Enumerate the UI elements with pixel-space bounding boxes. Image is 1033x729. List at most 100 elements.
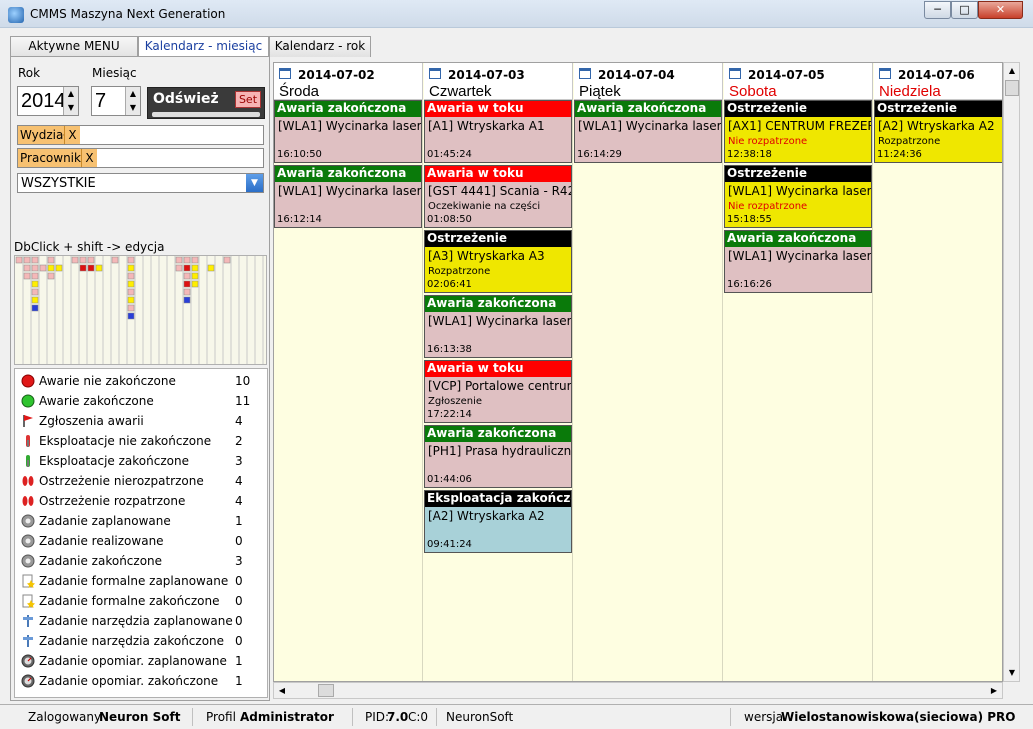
- calendar-icon: [579, 68, 591, 79]
- legend-row[interactable]: Eksploatacje zakończone 3: [15, 451, 267, 471]
- event-card[interactable]: Eksploatacja zakończona [A2] Wtryskarka A…: [424, 490, 572, 553]
- day-header: 2014-07-04 Piątek: [574, 63, 723, 100]
- calendar-icon: [879, 68, 891, 79]
- version-label: wersja: [744, 710, 784, 724]
- employee-clear-button[interactable]: X: [81, 149, 97, 167]
- legend-count: 11: [235, 394, 251, 408]
- event-card[interactable]: Awaria zakończona [WLA1] Wycinarka lasero…: [724, 230, 872, 293]
- event-card[interactable]: Awaria zakończona [WLA1] Wycinarka lasero…: [274, 100, 422, 163]
- gear-icon: [21, 514, 35, 528]
- legend-row[interactable]: Zadanie realizowane 0: [15, 531, 267, 551]
- version-value: Wielostanowiskowa(sieciowa) PRO: [781, 710, 1016, 724]
- event-card[interactable]: Ostrzeżenie [A3] Wtryskarka A3 Rozpatrzone…: [424, 230, 572, 293]
- legend-label: Zadanie narzędzia zakończone: [39, 634, 225, 648]
- event-time: 17:22:14: [427, 409, 472, 420]
- tab-aktywne-menu[interactable]: Aktywne MENU: [10, 36, 138, 57]
- year-label: Rok: [18, 66, 41, 80]
- legend-label: Zadanie opomiar. zakończone: [39, 674, 219, 688]
- legend-row[interactable]: Zadanie narzędzia zaplanowane 0: [15, 611, 267, 631]
- close-button[interactable]: ✕: [978, 1, 1023, 19]
- day-column[interactable]: Awaria zakończona [WLA1] Wycinarka lasero…: [574, 100, 723, 681]
- event-status: Ostrzeżenie: [875, 101, 1002, 117]
- day-column[interactable]: Ostrzeżenie [A2] Wtryskarka A2 Rozpatrzone…: [874, 100, 1002, 681]
- green-circle-icon: [21, 394, 35, 408]
- legend-count: 3: [235, 554, 243, 568]
- day-name: Sobota: [729, 83, 777, 100]
- profile-value: Administrator: [240, 710, 334, 724]
- red-circle-icon: [21, 374, 35, 388]
- day-column[interactable]: Awaria zakończona [WLA1] Wycinarka lasero…: [274, 100, 423, 681]
- scroll-right-icon[interactable]: ▶: [986, 683, 1002, 698]
- legend-row[interactable]: Zadanie zakończone 3: [15, 551, 267, 571]
- legend-row[interactable]: Zadanie zaplanowane 1: [15, 511, 267, 531]
- legend-row[interactable]: Zgłoszenia awarii 4: [15, 411, 267, 431]
- refresh-button[interactable]: Odśwież Set: [147, 87, 265, 119]
- set-button[interactable]: Set: [235, 91, 261, 108]
- department-filter[interactable]: Wydział X: [17, 125, 264, 145]
- maximize-button[interactable]: □: [951, 1, 978, 19]
- event-time: 11:24:36: [877, 149, 922, 160]
- legend-row[interactable]: Zadanie formalne zaplanowane 0: [15, 571, 267, 591]
- tab-kalendarz-rok[interactable]: Kalendarz - rok: [269, 36, 371, 57]
- legend-label: Zadanie formalne zaplanowane: [39, 574, 229, 588]
- event-status: Awaria zakończona: [725, 231, 871, 247]
- day-name: Środa: [279, 83, 320, 100]
- legend-row[interactable]: Zadanie opomiar. zaplanowane 1: [15, 651, 267, 671]
- legend-row[interactable]: Awarie nie zakończone 10: [15, 371, 267, 391]
- event-card[interactable]: Ostrzeżenie [AX1] CENTRUM FREZERSKIE Nie r…: [724, 100, 872, 163]
- event-machine: [AX1] CENTRUM FREZERSKIE: [728, 119, 871, 133]
- day-date: 2014-07-03: [448, 68, 525, 82]
- event-substatus: Oczekiwanie na części: [428, 201, 541, 212]
- day-column[interactable]: Awaria w toku [A1] Wtryskarka A1 01:45:24 A…: [424, 100, 573, 681]
- legend-count: 0: [235, 574, 243, 588]
- profile-label: Profil: [206, 710, 236, 724]
- vertical-scrollbar[interactable]: ▲ ▼: [1003, 62, 1020, 682]
- horizontal-scroll-thumb[interactable]: [318, 684, 334, 697]
- event-machine: [WLA1] Wycinarka laserowa: [428, 314, 572, 328]
- employee-filter[interactable]: Pracownik X: [17, 148, 264, 168]
- status-separator: [436, 708, 437, 726]
- legend-row[interactable]: Zadanie narzędzia zakończone 0: [15, 631, 267, 651]
- tab-kalendarz-miesiac[interactable]: Kalendarz - miesiąc: [138, 36, 269, 58]
- event-card[interactable]: Awaria zakończona [WLA1] Wycinarka lasero…: [574, 100, 722, 163]
- legend-row[interactable]: Ostrzeżenie nierozpatrzone 4: [15, 471, 267, 491]
- legend-count: 0: [235, 534, 243, 548]
- legend-row[interactable]: Eksploatacje nie zakończone 2: [15, 431, 267, 451]
- month-spinner[interactable]: 7 ▲ ▼: [91, 86, 141, 116]
- legend-row[interactable]: Zadanie opomiar. zakończone 1: [15, 671, 267, 691]
- event-time: 01:44:06: [427, 474, 472, 485]
- event-time: 16:12:14: [277, 214, 322, 225]
- chevron-down-icon[interactable]: ▼: [246, 174, 263, 192]
- legend-row[interactable]: Awarie zakończone 11: [15, 391, 267, 411]
- year-spin-buttons[interactable]: ▲ ▼: [63, 87, 78, 115]
- month-spin-buttons[interactable]: ▲ ▼: [125, 87, 140, 115]
- scroll-left-icon[interactable]: ◀: [274, 683, 290, 698]
- vertical-scroll-thumb[interactable]: [1005, 80, 1019, 96]
- minimize-button[interactable]: ─: [924, 1, 951, 19]
- day-column[interactable]: Ostrzeżenie [AX1] CENTRUM FREZERSKIE Nie r…: [724, 100, 873, 681]
- event-card[interactable]: Awaria zakończona [WLA1] Wycinarka lasero…: [274, 165, 422, 228]
- event-card[interactable]: Awaria w toku [GST 4441] Scania - R420 Ocz…: [424, 165, 572, 228]
- event-card[interactable]: Ostrzeżenie [WLA1] Wycinarka laserowa Nie …: [724, 165, 872, 228]
- day-name: Czwartek: [429, 83, 492, 100]
- year-spinner[interactable]: 2014 ▲ ▼: [17, 86, 79, 116]
- month-value: 7: [95, 90, 107, 112]
- mini-month-grid[interactable]: [14, 255, 267, 365]
- legend-label: Zadanie formalne zakończone: [39, 594, 220, 608]
- event-machine: [WLA1] Wycinarka laserowa: [278, 119, 422, 133]
- event-card[interactable]: Awaria w toku [A1] Wtryskarka A1 01:45:24: [424, 100, 572, 163]
- event-card[interactable]: Awaria zakończona [WLA1] Wycinarka lasero…: [424, 295, 572, 358]
- department-clear-button[interactable]: X: [64, 126, 80, 144]
- event-time: 16:14:29: [577, 149, 622, 160]
- event-card[interactable]: Awaria w toku [VCP] Portalowe centrum fre…: [424, 360, 572, 423]
- legend-row[interactable]: Zadanie formalne zakończone 0: [15, 591, 267, 611]
- event-card[interactable]: Ostrzeżenie [A2] Wtryskarka A2 Rozpatrzone…: [874, 100, 1002, 163]
- scroll-up-icon[interactable]: ▲: [1005, 63, 1019, 79]
- horizontal-scrollbar[interactable]: ◀ ▶: [273, 682, 1003, 699]
- event-card[interactable]: Awaria zakończona [PH1] Prasa hydrauliczn…: [424, 425, 572, 488]
- category-select[interactable]: WSZYSTKIE ▼: [17, 173, 264, 193]
- event-time: 16:16:26: [727, 279, 772, 290]
- mini-grid-chart: [15, 256, 264, 364]
- scroll-down-icon[interactable]: ▼: [1005, 665, 1019, 681]
- legend-row[interactable]: Ostrzeżenie rozpatrzone 4: [15, 491, 267, 511]
